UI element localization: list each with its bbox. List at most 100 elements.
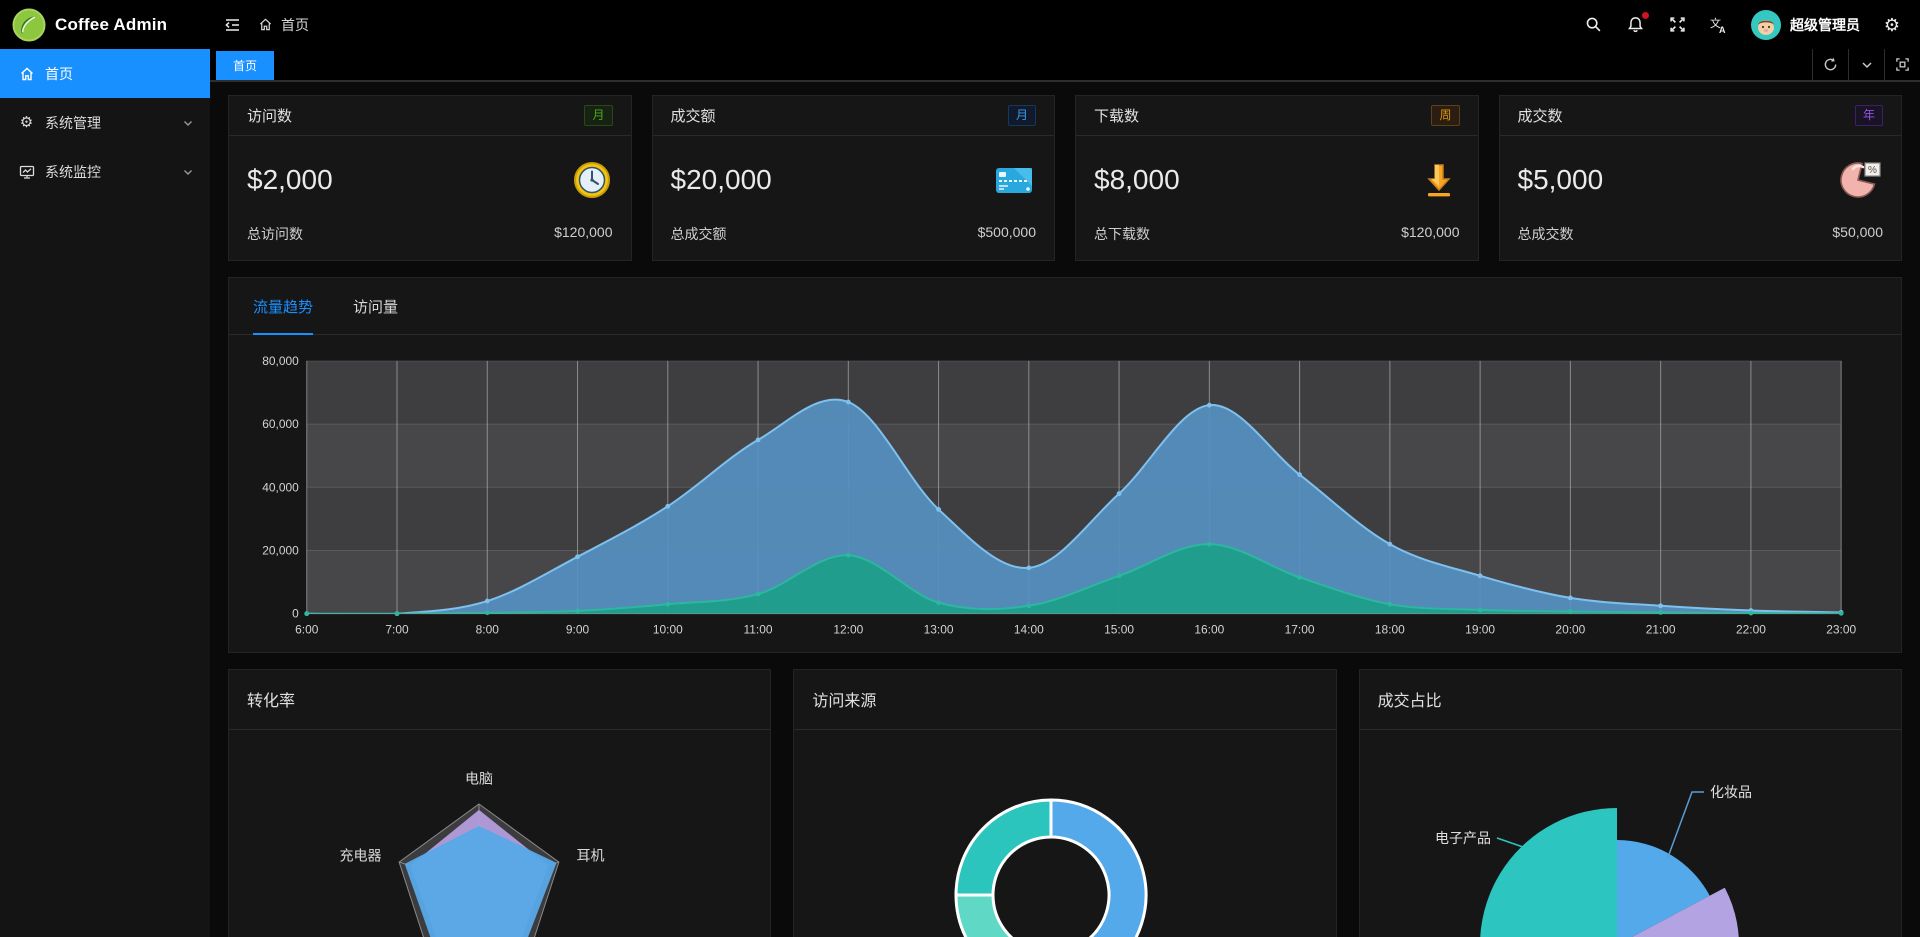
card-title: 访问数 bbox=[247, 105, 292, 126]
tab-visit-volume[interactable]: 访问量 bbox=[353, 278, 398, 334]
deal-share-card: 成交占比 化妆品电子产品 bbox=[1359, 669, 1902, 937]
sidebar-item-system-monitor[interactable]: 系统监控 bbox=[0, 147, 210, 196]
stat-footer-label: 总成交数 bbox=[1518, 224, 1574, 244]
stat-footer-value: $500,000 bbox=[978, 224, 1036, 244]
svg-text:6:00: 6:00 bbox=[295, 623, 319, 637]
home-icon bbox=[258, 17, 273, 32]
chevron-down-icon bbox=[182, 166, 194, 178]
brand-header: Coffee Admin bbox=[0, 0, 210, 49]
donut-chart bbox=[794, 730, 1335, 937]
trend-chart: 020,00040,00060,00080,0006:007:008:009:0… bbox=[229, 335, 1901, 652]
menu-fold-icon[interactable] bbox=[222, 15, 242, 35]
svg-text:化妆品: 化妆品 bbox=[1710, 784, 1752, 800]
svg-text:12:00: 12:00 bbox=[833, 623, 863, 637]
svg-text:0: 0 bbox=[292, 607, 299, 621]
svg-text:22:00: 22:00 bbox=[1736, 623, 1766, 637]
user-menu[interactable]: 超级管理员 bbox=[1751, 10, 1860, 40]
monitor-icon bbox=[18, 163, 35, 180]
user-name: 超级管理员 bbox=[1790, 15, 1860, 35]
main-column: 首页 bbox=[210, 0, 1920, 937]
period-badge: 周 bbox=[1431, 105, 1459, 126]
stat-card-visits: 访问数 月 $2,000 bbox=[228, 95, 632, 261]
tab-label: 首页 bbox=[233, 57, 257, 74]
card-title: 成交数 bbox=[1518, 105, 1563, 126]
svg-text:13:00: 13:00 bbox=[924, 623, 954, 637]
svg-text:充电器: 充电器 bbox=[340, 847, 382, 863]
chevron-down-icon bbox=[182, 117, 194, 129]
avatar bbox=[1751, 10, 1781, 40]
stat-card-turnover: 成交额 月 $20,000 bbox=[652, 95, 1056, 261]
svg-text:21:00: 21:00 bbox=[1646, 623, 1676, 637]
svg-text:A: A bbox=[1719, 25, 1726, 34]
card-title: 访问来源 bbox=[812, 687, 876, 711]
svg-text:23:00: 23:00 bbox=[1826, 623, 1856, 637]
period-badge: 年 bbox=[1855, 105, 1883, 126]
svg-text:14:00: 14:00 bbox=[1014, 623, 1044, 637]
svg-text:8:00: 8:00 bbox=[476, 623, 500, 637]
breadcrumb-label: 首页 bbox=[281, 15, 309, 35]
sidebar-item-label: 首页 bbox=[45, 64, 73, 84]
sidebar-item-system-management[interactable]: ⚙ 系统管理 bbox=[0, 98, 210, 147]
logo-leaf-icon bbox=[12, 8, 46, 42]
stat-card-deals: 成交数 年 $5,000 % bbox=[1499, 95, 1903, 261]
stat-value: $5,000 bbox=[1518, 164, 1604, 196]
svg-text:80,000: 80,000 bbox=[262, 354, 299, 368]
maximize-icon[interactable] bbox=[1884, 49, 1920, 80]
home-icon bbox=[18, 65, 35, 82]
notification-dot bbox=[1642, 12, 1649, 19]
stat-footer-value: $50,000 bbox=[1832, 224, 1883, 244]
settings-gear-icon[interactable]: ⚙ bbox=[1882, 15, 1902, 35]
stat-footer-label: 总访问数 bbox=[247, 224, 303, 244]
search-icon[interactable] bbox=[1583, 15, 1603, 35]
tab-controls bbox=[1812, 49, 1920, 80]
svg-text:18:00: 18:00 bbox=[1375, 623, 1405, 637]
card-title: 成交额 bbox=[671, 105, 716, 126]
bank-card-icon bbox=[992, 159, 1036, 201]
svg-text:19:00: 19:00 bbox=[1465, 623, 1495, 637]
sidebar-item-home[interactable]: 首页 bbox=[0, 49, 210, 98]
stat-footer-value: $120,000 bbox=[1401, 224, 1459, 244]
card-title: 成交占比 bbox=[1378, 687, 1442, 711]
svg-text:60,000: 60,000 bbox=[262, 417, 299, 431]
tab-traffic-trend[interactable]: 流量趋势 bbox=[253, 278, 313, 334]
svg-text:电脑: 电脑 bbox=[465, 770, 493, 786]
fullscreen-icon[interactable] bbox=[1667, 15, 1687, 35]
svg-text:20:00: 20:00 bbox=[1555, 623, 1585, 637]
stat-footer-value: $120,000 bbox=[554, 224, 612, 244]
sidebar-item-label: 系统管理 bbox=[45, 113, 101, 133]
period-badge: 月 bbox=[1008, 105, 1036, 126]
area-chart: 020,00040,00060,00080,0006:007:008:009:0… bbox=[249, 347, 1881, 648]
stat-footer-label: 总下载数 bbox=[1094, 224, 1150, 244]
page-tabbar: 首页 bbox=[210, 49, 1920, 82]
content-area: 访问数 月 $2,000 bbox=[210, 82, 1920, 937]
clock-icon bbox=[571, 159, 613, 201]
trend-tabs: 流量趋势 访问量 bbox=[229, 278, 1901, 335]
trend-panel: 流量趋势 访问量 020,00040,00060,00080,0006:007:… bbox=[228, 277, 1902, 653]
breadcrumb[interactable]: 首页 bbox=[258, 15, 309, 35]
stat-value: $2,000 bbox=[247, 164, 333, 196]
pie-chart: 化妆品电子产品 bbox=[1360, 730, 1900, 937]
download-icon bbox=[1418, 159, 1460, 201]
refresh-icon[interactable] bbox=[1812, 49, 1848, 80]
sidebar-item-label: 系统监控 bbox=[45, 162, 101, 182]
period-badge: 月 bbox=[584, 105, 612, 126]
stat-footer-label: 总成交额 bbox=[671, 224, 727, 244]
stat-value: $20,000 bbox=[671, 164, 772, 196]
pie-icon: % bbox=[1839, 159, 1883, 201]
svg-text:10:00: 10:00 bbox=[653, 623, 683, 637]
svg-text:9:00: 9:00 bbox=[566, 623, 590, 637]
stat-card-downloads: 下载数 周 $8,000 bbox=[1075, 95, 1479, 261]
card-title: 下载数 bbox=[1094, 105, 1139, 126]
chevron-down-icon[interactable] bbox=[1848, 49, 1884, 80]
svg-text:电子产品: 电子产品 bbox=[1435, 830, 1491, 846]
tab-home[interactable]: 首页 bbox=[216, 51, 274, 80]
brand-title: Coffee Admin bbox=[55, 15, 167, 35]
svg-text:%: % bbox=[1868, 165, 1877, 176]
translate-icon[interactable]: 文 A bbox=[1709, 15, 1729, 35]
sidebar: Coffee Admin 首页 ⚙ 系统管理 bbox=[0, 0, 210, 937]
top-navbar: 首页 bbox=[210, 0, 1920, 49]
svg-text:7:00: 7:00 bbox=[385, 623, 409, 637]
bell-icon[interactable] bbox=[1625, 15, 1645, 35]
bottom-row: 转化率 电脑耳机充电器 访问来源 成交占比 化妆品电子产品 bbox=[228, 669, 1902, 937]
conversion-rate-card: 转化率 电脑耳机充电器 bbox=[228, 669, 771, 937]
